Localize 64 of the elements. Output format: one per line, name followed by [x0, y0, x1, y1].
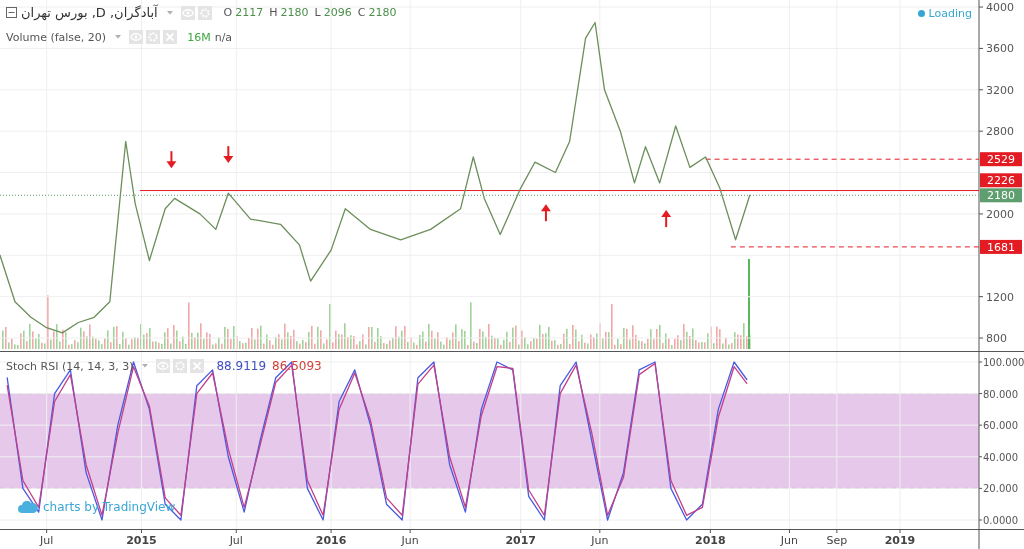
cloud-icon [18, 500, 38, 514]
eye-icon[interactable] [156, 359, 171, 373]
price-label: 2180 [980, 188, 1022, 203]
volume-value: 16M [187, 30, 211, 44]
ohlc-value: 2096 [323, 6, 352, 19]
caret-icon[interactable] [165, 9, 174, 16]
settings-icon[interactable] [197, 5, 212, 20]
axis-label: 0.0000 [983, 515, 1018, 526]
ohlc-value: 2180 [368, 6, 397, 19]
arrow-marker [540, 204, 551, 223]
close-icon[interactable] [190, 359, 205, 373]
price-label: 1681 [980, 239, 1022, 254]
time-axis-label: 2018 [695, 534, 726, 547]
settings-icon[interactable] [173, 359, 188, 373]
axis-label: 60.000 [983, 420, 1018, 432]
price-label: 2529 [980, 152, 1022, 167]
arrow-marker [661, 210, 672, 229]
ohlc-label: C [357, 6, 366, 19]
axis-label: 1200 [986, 290, 1014, 304]
axis-label: 800 [986, 332, 1007, 346]
axis-label: 4000 [986, 1, 1014, 15]
ref-line-label: 1681 [987, 240, 1015, 254]
axis-label: 3200 [986, 83, 1014, 97]
axis-label: 2000 [986, 207, 1014, 221]
ohlc-label: L [314, 6, 321, 19]
ref-line-label: 2529 [987, 153, 1015, 167]
ref-line-label: 2180 [987, 189, 1015, 203]
status-dot-icon [917, 10, 925, 17]
time-axis-label: Jul [40, 534, 54, 547]
indicator-title: Volume (false, 20) [6, 30, 107, 44]
time-axis-label: 2015 [126, 534, 157, 547]
eye-icon[interactable] [180, 5, 195, 20]
caret-icon[interactable] [114, 34, 123, 40]
axis-label: 40.000 [983, 451, 1018, 463]
volume-extra: n/a [214, 30, 233, 44]
close-icon[interactable] [163, 30, 178, 44]
ohlc-label: H [269, 6, 278, 19]
axis-label: 20.000 [983, 483, 1018, 495]
symbol-title: آبادگران, D, بورس تهران [21, 5, 158, 20]
axis-label: 80.000 [983, 388, 1018, 400]
time-axis-label: Jul [229, 534, 243, 547]
ohlc-value: 2180 [280, 6, 309, 19]
ohlc-value: 2117 [235, 6, 264, 19]
ohlc-label: O [223, 6, 233, 19]
caret-icon[interactable] [141, 363, 150, 369]
legend-label: 2226 [987, 174, 1015, 188]
time-axis-label: 2016 [315, 534, 347, 547]
time-axis-label: Jun [591, 534, 609, 547]
time-axis-label: 2019 [884, 534, 916, 547]
eye-icon[interactable] [129, 30, 144, 44]
settings-icon[interactable] [146, 30, 161, 44]
time-axis-label: 2017 [505, 534, 537, 547]
axis-label: 3600 [986, 42, 1014, 56]
loading-status: Loading [928, 7, 972, 20]
indicator-value: 88.9119 [216, 359, 267, 373]
time-axis-label: Sep [826, 534, 848, 547]
time-axis-label: Jun [780, 534, 798, 547]
axis-label: 100.000 [983, 356, 1024, 368]
collapse-icon[interactable] [6, 7, 17, 18]
price-label: 2226 [980, 173, 1022, 188]
arrow-marker [166, 150, 177, 169]
axis-label: 2800 [986, 125, 1014, 139]
time-axis-label: Jun [401, 534, 419, 547]
arrow-marker [223, 145, 234, 164]
